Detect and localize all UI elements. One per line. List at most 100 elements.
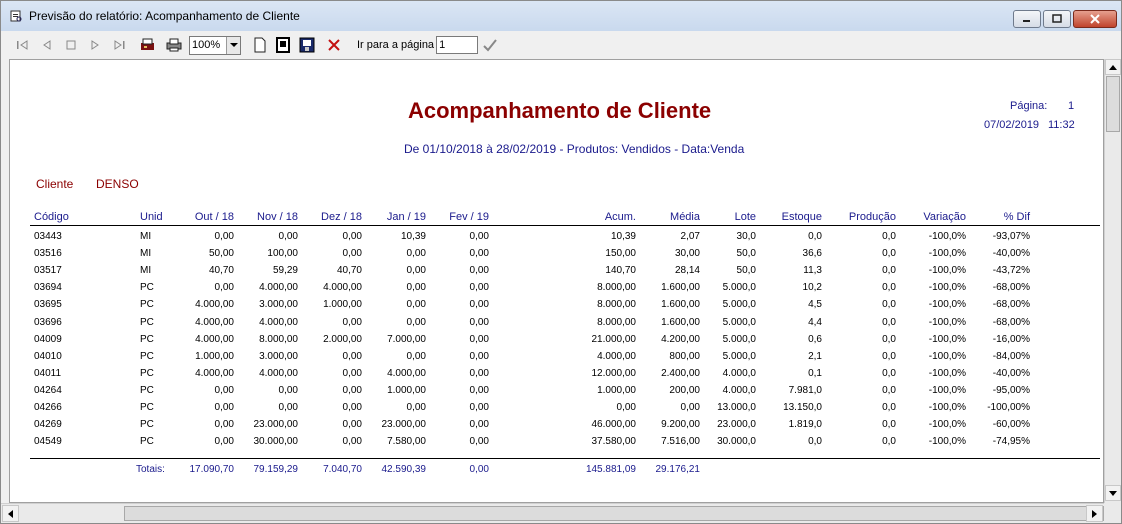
horizontal-scroll-thumb[interactable]	[124, 506, 1104, 521]
table-cell: 0,00	[342, 419, 362, 431]
table-cell: 7.000,00	[387, 333, 426, 345]
column-header: Fev / 19	[449, 211, 489, 223]
chevron-down-icon[interactable]	[226, 36, 240, 54]
table-cell: 0,00	[469, 419, 489, 431]
table-cell: PC	[140, 316, 154, 328]
last-page-button[interactable]	[111, 35, 127, 55]
table-cell: -74,95%	[992, 436, 1030, 448]
table-cell: 4.000,0	[722, 384, 756, 396]
goto-page-input[interactable]: 1	[436, 36, 479, 54]
table-cell: 04010	[34, 350, 62, 362]
totals-value: 145.881,09	[585, 464, 636, 475]
table-cell: 0,00	[616, 402, 636, 413]
table-cell: 4.000,00	[195, 367, 234, 379]
totals-value: 29.176,21	[655, 464, 701, 475]
scroll-left-icon[interactable]	[2, 505, 19, 522]
previous-page-button[interactable]	[39, 35, 55, 55]
minimize-button[interactable]	[1013, 10, 1041, 28]
table-cell: 2.400,00	[661, 367, 700, 379]
table-cell: -100,0%	[928, 350, 966, 362]
scroll-down-icon[interactable]	[1105, 485, 1121, 501]
vertical-scroll-thumb[interactable]	[1106, 76, 1120, 132]
table-cell: 0,00	[342, 350, 362, 362]
table-cell: 13.150,0	[783, 402, 822, 413]
table-cell: 150,00	[605, 248, 636, 260]
table-cell: 140,70	[605, 265, 636, 277]
page-number: 1	[1068, 100, 1075, 112]
table-cell: 100,00	[267, 248, 298, 260]
table-cell: 0,00	[469, 436, 489, 448]
table-cell: 0,1	[808, 367, 822, 379]
table-cell: 04549	[34, 436, 62, 448]
table-cell: 0,0	[882, 299, 896, 311]
table-cell: 04009	[34, 333, 62, 345]
first-page-button[interactable]	[15, 35, 31, 55]
table-cell: 13.000,0	[717, 402, 756, 413]
table-cell: 04266	[34, 402, 62, 413]
table-cell: 04264	[34, 384, 62, 396]
column-header: Variação	[923, 211, 966, 223]
table-cell: -100,0%	[928, 333, 966, 345]
table-cell: 0,00	[342, 436, 362, 448]
table-cell: 5.000,0	[722, 350, 756, 362]
table-cell: 1.600,00	[661, 316, 700, 328]
scroll-up-icon[interactable]	[1105, 59, 1121, 75]
save-report-icon[interactable]	[299, 35, 315, 55]
table-cell: 28,14	[674, 265, 700, 277]
checkmark-icon[interactable]	[482, 35, 498, 55]
table-cell: 4.000,00	[597, 350, 636, 362]
table-cell: PC	[140, 350, 154, 362]
table-cell: -68,00%	[992, 282, 1030, 294]
table-cell: 40,70	[208, 265, 234, 277]
table-cell: MI	[140, 248, 152, 260]
table-cell: 0,0	[882, 282, 896, 294]
restore-button[interactable]	[1043, 10, 1071, 28]
report-date: 07/02/2019	[984, 119, 1040, 131]
open-report-icon[interactable]	[275, 35, 291, 55]
table-cell: 36,6	[802, 248, 822, 260]
close-preview-icon[interactable]	[327, 35, 341, 55]
new-page-icon[interactable]	[253, 35, 267, 55]
table-cell: 4,5	[808, 299, 822, 311]
vertical-scrollbar[interactable]	[1104, 59, 1121, 503]
table-cell: 0,00	[469, 367, 489, 379]
table-cell: 8.000,00	[597, 316, 636, 328]
table-cell: 10,2	[802, 282, 822, 294]
zoom-select[interactable]: 100%	[189, 35, 241, 55]
table-cell: 0,00	[469, 299, 489, 311]
table-cell: 4,4	[808, 316, 822, 328]
table-cell: 4.000,00	[323, 282, 362, 294]
table-cell: 03443	[34, 231, 62, 242]
next-page-button[interactable]	[87, 35, 103, 55]
table-cell: 0,0	[882, 333, 896, 345]
table-cell: 0,00	[214, 436, 234, 448]
horizontal-scrollbar[interactable]	[1, 503, 1104, 523]
table-cell: 0,00	[214, 402, 234, 413]
header-divider	[30, 225, 1100, 226]
table-cell: 30,00	[674, 248, 700, 260]
print-setup-icon[interactable]	[139, 35, 157, 55]
table-cell: PC	[140, 402, 154, 413]
preview-toolbar: 100% Ir para a página 1	[1, 31, 1121, 59]
table-cell: 0,00	[214, 231, 234, 242]
printer-icon[interactable]	[165, 35, 183, 55]
close-window-button[interactable]	[1073, 10, 1117, 28]
totals-label: Totais:	[136, 464, 165, 475]
table-cell: PC	[140, 299, 154, 311]
column-header: Jan / 19	[386, 211, 426, 223]
table-cell: 0,00	[342, 384, 362, 396]
table-cell: 0,00	[214, 384, 234, 396]
stop-button[interactable]	[63, 35, 79, 55]
scroll-right-icon[interactable]	[1086, 505, 1103, 522]
table-cell: -40,00%	[992, 248, 1030, 260]
goto-page-label: Ir para a página	[357, 39, 435, 51]
table-cell: 4.000,00	[259, 316, 298, 328]
table-cell: 0,0	[882, 231, 896, 242]
table-cell: 50,0	[736, 265, 756, 277]
table-cell: 2,07	[680, 231, 700, 242]
report-time: 11:32	[1048, 119, 1075, 131]
table-cell: -43,72%	[992, 265, 1030, 277]
scroll-corner	[1104, 503, 1121, 523]
table-cell: -100,0%	[928, 316, 966, 328]
table-cell: 4.000,00	[387, 367, 426, 379]
